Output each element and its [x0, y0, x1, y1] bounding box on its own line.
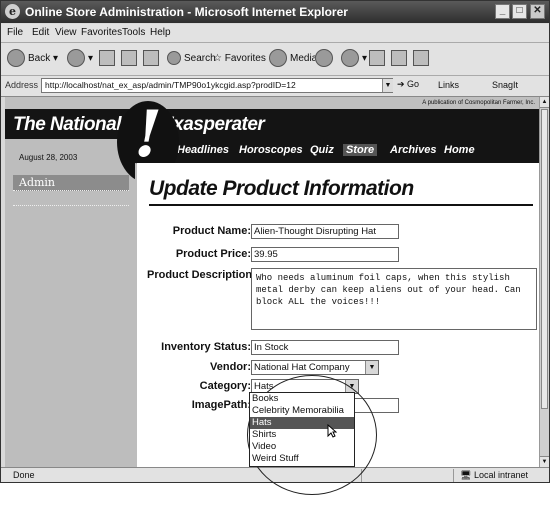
stop-button[interactable]	[99, 49, 115, 69]
nav-store[interactable]: Store	[343, 144, 378, 156]
address-input[interactable]: http://localhost/nat_ex_asp/admin/TMP90o…	[41, 78, 393, 93]
inventory-status-input[interactable]: In Stock	[251, 340, 399, 355]
title-rule	[149, 204, 533, 206]
history-icon	[315, 49, 333, 68]
sidebar: August 28, 2003 Admin	[5, 139, 135, 467]
site-nav: Headlines Horoscopes Quiz Store Archives…	[135, 139, 539, 163]
back-button[interactable]: Back ▾	[7, 49, 58, 69]
site-title-left: The National	[13, 114, 122, 135]
nav-horoscopes[interactable]: Horoscopes	[239, 144, 303, 156]
title-bar: e Online Store Administration - Microsof…	[1, 1, 549, 23]
forward-button[interactable]: ▾	[67, 49, 93, 69]
product-description-label: Product Description:	[147, 269, 256, 281]
refresh-icon	[121, 50, 137, 67]
category-option[interactable]: Video	[250, 441, 354, 453]
refresh-button[interactable]	[121, 49, 137, 69]
menu-file[interactable]: File	[7, 27, 23, 38]
menu-bar: File Edit View Favorites Tools Help	[1, 24, 549, 43]
search-button[interactable]: Search	[167, 49, 216, 69]
snagit-button[interactable]: SnagIt	[492, 80, 518, 90]
menu-favorites[interactable]: Favorites	[81, 27, 122, 38]
product-price-input[interactable]: 39.95	[251, 247, 399, 262]
window-title: Online Store Administration - Microsoft …	[25, 5, 348, 19]
back-arrow-icon	[7, 49, 25, 68]
product-name-input[interactable]: Alien-Thought Disrupting Hat	[251, 224, 399, 239]
vendor-label: Vendor:	[210, 361, 251, 373]
scroll-down-icon[interactable]: ▼	[540, 456, 549, 467]
issue-date: August 28, 2003	[19, 153, 78, 162]
internet-explorer-icon: e	[5, 4, 20, 19]
star-icon: ☆	[213, 53, 222, 64]
menu-help[interactable]: Help	[150, 27, 171, 38]
home-icon	[143, 50, 159, 67]
search-icon	[167, 51, 181, 66]
address-label: Address	[5, 80, 39, 90]
discuss-button[interactable]	[413, 49, 429, 69]
site-masthead: The National Exasperater	[5, 109, 539, 139]
home-button[interactable]	[143, 49, 159, 69]
scroll-thumb[interactable]	[541, 109, 548, 409]
menu-tools[interactable]: Tools	[122, 27, 145, 38]
toolbar: Back ▾ ▾ Search ☆ Favorites Media ▾	[1, 43, 549, 76]
print-button[interactable]	[369, 49, 385, 69]
inventory-status-label: Inventory Status:	[161, 341, 251, 353]
address-bar: Address http://localhost/nat_ex_asp/admi…	[1, 76, 549, 97]
category-option-selected[interactable]: Hats	[250, 417, 354, 429]
edit-icon	[391, 50, 407, 67]
menu-view[interactable]: View	[55, 27, 77, 38]
category-option[interactable]: Shirts	[250, 429, 354, 441]
nav-home[interactable]: Home	[444, 144, 475, 156]
menu-edit[interactable]: Edit	[32, 27, 49, 38]
status-divider	[453, 469, 454, 482]
category-dropdown-list[interactable]: Books Celebrity Memorabilia Hats Shirts …	[249, 392, 355, 467]
nav-archives[interactable]: Archives	[390, 144, 436, 156]
nav-headlines[interactable]: Headlines	[177, 144, 229, 156]
product-name-label: Product Name:	[172, 225, 251, 237]
nav-quiz[interactable]: Quiz	[310, 144, 334, 156]
close-button[interactable]: ✕	[530, 4, 545, 19]
category-option[interactable]: Books	[250, 393, 354, 405]
media-button[interactable]: Media	[269, 49, 317, 69]
media-icon	[269, 49, 287, 68]
mail-icon	[341, 49, 359, 68]
favorites-button[interactable]: ☆ Favorites	[213, 49, 266, 69]
go-button[interactable]: ➔ Go	[397, 79, 419, 90]
category-option[interactable]: Weird Stuff	[250, 453, 354, 465]
sidebar-divider	[13, 191, 129, 206]
product-price-label: Product Price:	[175, 248, 251, 260]
sidebar-item-admin[interactable]: Admin	[13, 175, 129, 191]
product-description-textarea[interactable]: Who needs aluminum foil caps, when this …	[251, 268, 537, 330]
category-option[interactable]: Celebrity Memorabilia	[250, 405, 354, 417]
minimize-button[interactable]: _	[495, 4, 510, 19]
imagepath-label: ImagePath:	[191, 399, 251, 411]
security-zone: 🖥 Local intranet	[460, 470, 528, 480]
vertical-scrollbar[interactable]: ▲ ▼	[539, 97, 549, 467]
address-dropdown-icon[interactable]: ▼	[382, 79, 393, 92]
status-text: Done	[13, 470, 35, 480]
chevron-down-icon: ▼	[365, 361, 378, 374]
vendor-select[interactable]: National Hat Company ▼	[251, 360, 379, 375]
print-icon	[369, 50, 385, 67]
vendor-selected-value: National Hat Company	[254, 362, 350, 373]
links-button[interactable]: Links	[438, 80, 459, 90]
stop-icon	[99, 50, 115, 67]
category-label: Category:	[199, 380, 251, 392]
page-title: Update Product Information	[149, 177, 414, 200]
publication-line: A publication of Cosmopolitan Farmer, In…	[5, 97, 539, 109]
mail-button[interactable]: ▾	[341, 49, 367, 69]
edit-button[interactable]	[391, 49, 407, 69]
forward-arrow-icon	[67, 49, 85, 68]
scroll-up-icon[interactable]: ▲	[540, 97, 549, 108]
mouse-pointer-icon	[327, 424, 337, 438]
discuss-icon	[413, 50, 429, 67]
history-button[interactable]	[315, 49, 336, 69]
maximize-button[interactable]: □	[512, 4, 527, 19]
